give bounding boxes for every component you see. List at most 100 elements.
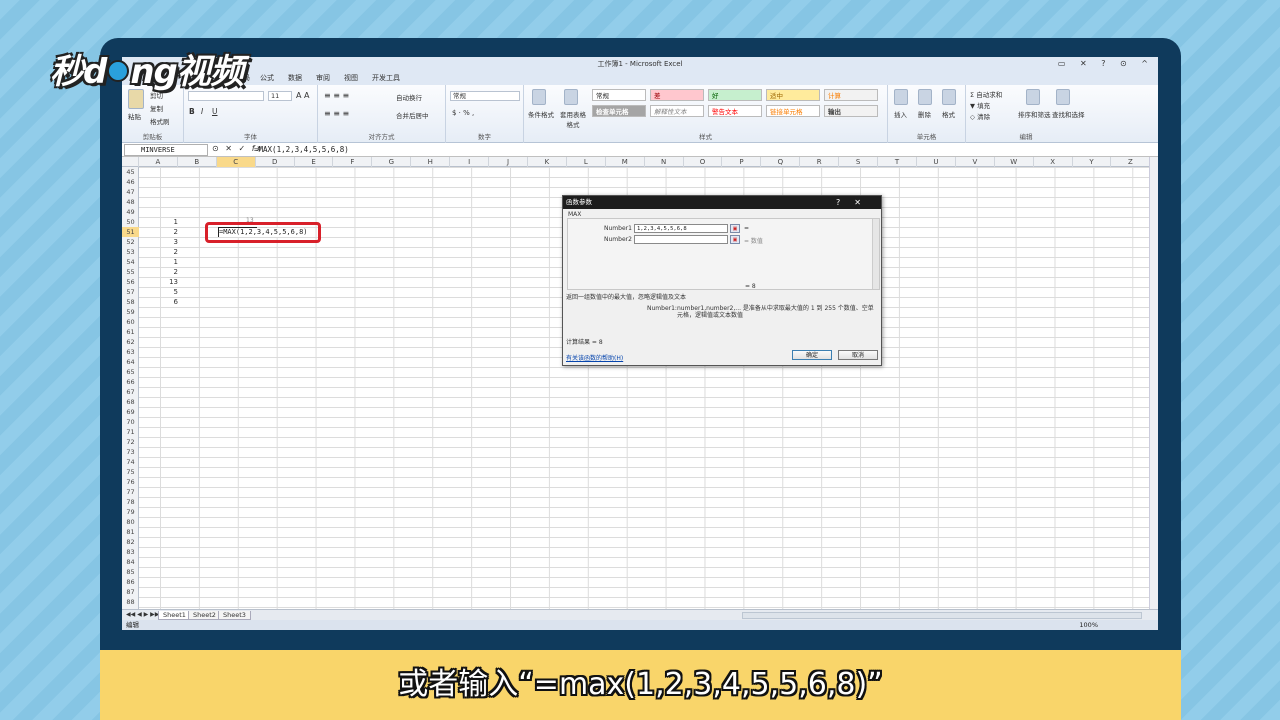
row-header[interactable]: 65 xyxy=(122,367,139,377)
cell-value[interactable]: 2 xyxy=(144,227,178,237)
row-header[interactable]: 78 xyxy=(122,497,139,507)
row-header[interactable]: 86 xyxy=(122,577,139,587)
row-header[interactable]: 48 xyxy=(122,197,139,207)
paste-button[interactable]: 粘贴 xyxy=(128,111,141,121)
row-header[interactable]: 49 xyxy=(122,207,139,217)
row-header[interactable]: 84 xyxy=(122,557,139,567)
row-header[interactable]: 50 xyxy=(122,217,139,227)
arg2-input[interactable] xyxy=(634,235,728,244)
column-header[interactable]: X xyxy=(1034,157,1073,167)
row-header[interactable]: 72 xyxy=(122,437,139,447)
find-select-button[interactable]: 查找和选择 xyxy=(1052,109,1085,119)
formula-input[interactable]: =MAX(1,2,3,4,5,5,6,8) xyxy=(254,144,349,156)
format-cells-icon[interactable] xyxy=(942,89,956,105)
style-calculation[interactable]: 计算 xyxy=(824,89,878,101)
row-header[interactable]: 80 xyxy=(122,517,139,527)
row-header[interactable]: 55 xyxy=(122,267,139,277)
bold-button[interactable]: B xyxy=(189,107,195,116)
row-header[interactable]: 57 xyxy=(122,287,139,297)
ok-button[interactable]: 确定 xyxy=(792,350,832,360)
sheet-tab-2[interactable]: Sheet2 xyxy=(188,611,221,620)
sort-filter-button[interactable]: 排序和筛选 xyxy=(1018,109,1051,119)
style-bad[interactable]: 差 xyxy=(650,89,704,101)
wrap-text-button[interactable]: 自动换行 xyxy=(396,92,422,102)
row-header[interactable]: 52 xyxy=(122,237,139,247)
column-header[interactable]: W xyxy=(995,157,1034,167)
row-header[interactable]: 76 xyxy=(122,477,139,487)
style-linked[interactable]: 链接单元格 xyxy=(766,105,820,117)
row-header[interactable]: 88 xyxy=(122,597,139,607)
number-format-select[interactable]: 常规 xyxy=(450,91,520,101)
column-header[interactable]: R xyxy=(800,157,840,167)
tab-formulas[interactable]: 公式 xyxy=(260,73,274,83)
arg1-collapse-icon[interactable]: ▣ xyxy=(730,224,740,233)
style-check-cell[interactable]: 检查单元格 xyxy=(592,105,646,117)
column-header[interactable]: O xyxy=(684,157,723,167)
row-header[interactable]: 77 xyxy=(122,487,139,497)
zoom-level[interactable]: 100% xyxy=(1079,620,1098,630)
conditional-format-icon[interactable] xyxy=(532,89,546,105)
column-header[interactable]: G xyxy=(372,157,412,167)
row-header[interactable]: 53 xyxy=(122,247,139,257)
cell-value[interactable]: 2 xyxy=(144,247,178,257)
tab-data[interactable]: 数据 xyxy=(288,73,302,83)
row-header[interactable]: 82 xyxy=(122,537,139,547)
delete-button[interactable]: 删除 xyxy=(918,109,931,119)
column-header[interactable]: J xyxy=(489,157,528,167)
row-header[interactable]: 79 xyxy=(122,507,139,517)
copy-button[interactable]: 复制 xyxy=(150,103,163,113)
row-header[interactable]: 68 xyxy=(122,397,139,407)
column-header[interactable]: S xyxy=(839,157,879,167)
delete-cells-icon[interactable] xyxy=(918,89,932,105)
row-header[interactable]: 87 xyxy=(122,587,139,597)
column-header[interactable]: Z xyxy=(1112,157,1151,167)
row-header[interactable]: 81 xyxy=(122,527,139,537)
arg1-input[interactable]: 1,2,3,4,5,5,6,8 xyxy=(634,224,728,233)
conditional-format-button[interactable]: 条件格式 xyxy=(528,109,554,119)
row-header[interactable]: 69 xyxy=(122,407,139,417)
row-header[interactable]: 62 xyxy=(122,337,139,347)
row-header[interactable]: 64 xyxy=(122,357,139,367)
underline-button[interactable]: U xyxy=(212,107,218,116)
tab-developer[interactable]: 开发工具 xyxy=(372,73,400,83)
window-controls[interactable]: ▭ ✕ ? ⊙ ^ xyxy=(1058,57,1154,71)
column-header[interactable]: N xyxy=(645,157,684,167)
font-size-select[interactable]: 11 xyxy=(268,91,292,101)
row-header[interactable]: 74 xyxy=(122,457,139,467)
style-warning[interactable]: 警告文本 xyxy=(708,105,762,117)
arg2-collapse-icon[interactable]: ▣ xyxy=(730,235,740,244)
cancel-button[interactable]: 取消 xyxy=(838,350,878,360)
cell-value[interactable]: 2 xyxy=(144,267,178,277)
row-header[interactable]: 46 xyxy=(122,177,139,187)
column-header[interactable]: D xyxy=(256,157,295,167)
find-select-icon[interactable] xyxy=(1056,89,1070,105)
cell-value[interactable]: 13 xyxy=(144,277,178,287)
table-format-icon[interactable] xyxy=(564,89,578,105)
style-neutral[interactable]: 适中 xyxy=(766,89,820,101)
column-header[interactable]: Q xyxy=(761,157,801,167)
column-header[interactable]: Y xyxy=(1073,157,1112,167)
row-header[interactable]: 58 xyxy=(122,297,139,307)
row-header[interactable]: 61 xyxy=(122,327,139,337)
row-header[interactable]: 67 xyxy=(122,387,139,397)
tab-view[interactable]: 视图 xyxy=(344,73,358,83)
sort-filter-icon[interactable] xyxy=(1026,89,1040,105)
row-header[interactable]: 51 xyxy=(122,227,139,237)
style-good[interactable]: 好 xyxy=(708,89,762,101)
style-normal[interactable]: 常规 xyxy=(592,89,646,101)
column-header[interactable]: F xyxy=(334,157,373,167)
row-header[interactable]: 83 xyxy=(122,547,139,557)
row-header[interactable]: 70 xyxy=(122,417,139,427)
column-header[interactable]: M xyxy=(606,157,645,167)
name-box[interactable]: MINVERSE xyxy=(124,144,208,156)
format-button[interactable]: 格式 xyxy=(942,109,955,119)
tab-review[interactable]: 审阅 xyxy=(316,73,330,83)
grow-font-icon[interactable]: A A xyxy=(296,91,310,100)
row-header[interactable]: 71 xyxy=(122,427,139,437)
row-header[interactable]: 73 xyxy=(122,447,139,457)
clear-button[interactable]: ◇ 清除 xyxy=(970,111,990,121)
dialog-close-button[interactable]: ✕ xyxy=(854,198,875,207)
dialog-help-button[interactable]: ? xyxy=(836,198,854,207)
style-explanatory[interactable]: 解释性文本 xyxy=(650,105,704,117)
merge-center-button[interactable]: 合并后居中 xyxy=(396,110,429,120)
